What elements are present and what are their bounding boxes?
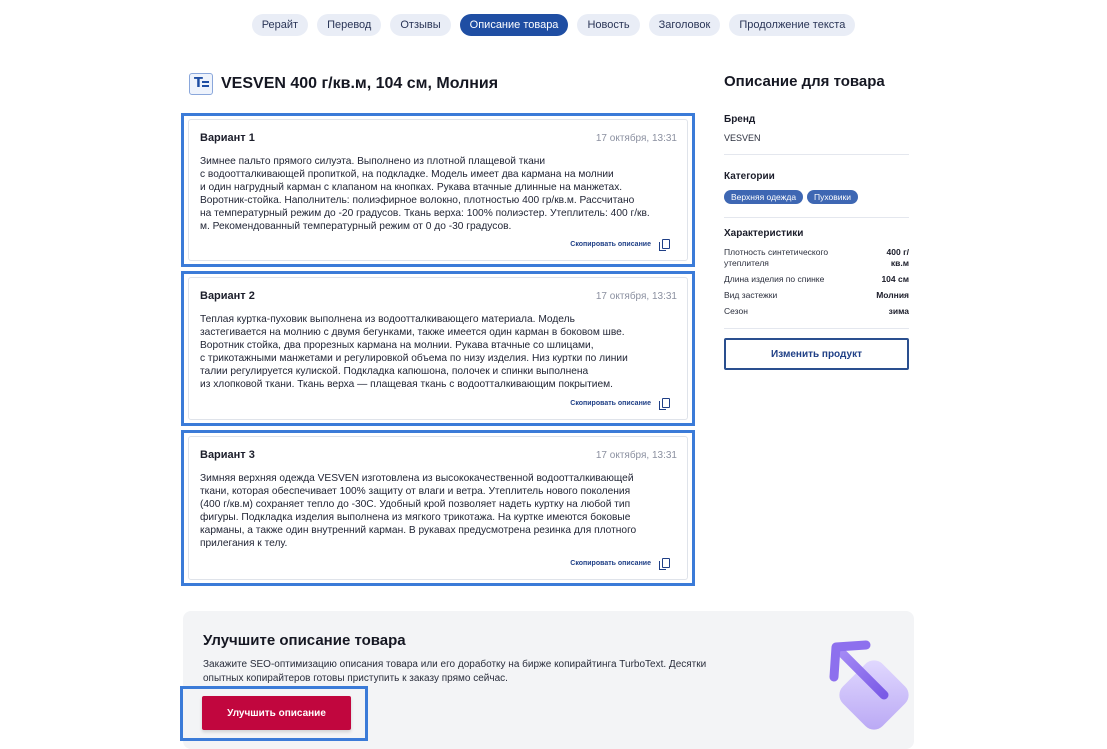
spec-row: Сезон зима (724, 306, 909, 317)
tab-text-continuation[interactable]: Продолжение текста (729, 14, 856, 36)
variant-text: Зимняя верхняя одежда VESVEN изготовлена… (200, 473, 637, 549)
variant-card: Вариант 3 17 октября, 13:31 Зимняя верхн… (188, 436, 688, 580)
spec-row: Плотность синтетического утеплителя 400 … (724, 247, 909, 269)
copy-icon[interactable] (659, 398, 670, 410)
tab-product-description[interactable]: Описание товара (459, 14, 569, 36)
variant-text: Теплая куртка-пуховик выполнена из водоо… (200, 314, 628, 390)
variant-title: Вариант 2 (200, 290, 255, 302)
spec-name: Плотность синтетического утеплителя (724, 247, 829, 268)
spec-name: Сезон (724, 306, 748, 316)
arrow-up-left-illustration-icon (829, 640, 909, 730)
specs-label: Характеристики (724, 228, 804, 239)
tab-rewrite[interactable]: Рерайт (251, 14, 309, 36)
tab-reviews[interactable]: Отзывы (390, 14, 451, 36)
product-title: VESVEN 400 г/кв.м, 104 см, Молния (221, 75, 499, 92)
copy-description-link[interactable]: Скопировать описание (570, 241, 651, 248)
tab-translate[interactable]: Перевод (317, 14, 382, 36)
spec-value: 104 см (881, 274, 909, 284)
category-chip[interactable]: Верхняя одежда (724, 190, 804, 204)
spec-value: 400 г/кв.м (886, 247, 909, 268)
copy-description-link[interactable]: Скопировать описание (570, 560, 651, 567)
document-text-icon: T (189, 73, 213, 95)
variant-date: 17 октября, 13:31 (595, 132, 677, 144)
brand-value: VESVEN (724, 133, 761, 143)
spec-name: Вид застежки (724, 290, 778, 300)
copy-icon[interactable] (659, 239, 670, 251)
promo-text: Закажите SEO-оптимизацию описания товара… (203, 659, 707, 684)
product-header: T VESVEN 400 г/кв.м, 104 см, Молния (189, 73, 498, 95)
spec-row: Вид застежки Молния (724, 290, 909, 301)
sidebar-title: Описание для товара (724, 73, 885, 90)
improve-description-button[interactable]: Улучшить описание (202, 696, 351, 730)
tab-news[interactable]: Новость (577, 14, 640, 36)
variant-highlight-frame: Вариант 1 17 октября, 13:31 Зимнее пальт… (181, 113, 695, 267)
category-chip[interactable]: Пуховики (807, 190, 859, 204)
variant-highlight-frame: Вариант 2 17 октября, 13:31 Теплая куртк… (181, 271, 695, 426)
spec-value: зима (888, 306, 909, 316)
variants-list: Вариант 1 17 октября, 13:31 Зимнее пальт… (181, 113, 695, 590)
spec-row: Длина изделия по спинке 104 см (724, 274, 909, 285)
variant-date: 17 октября, 13:31 (595, 449, 677, 461)
spec-value: Молния (876, 290, 909, 300)
category-chips: Верхняя одежда Пуховики (724, 190, 909, 204)
spec-name: Длина изделия по спинке (724, 274, 825, 284)
brand-label: Бренд (724, 114, 756, 125)
variant-date: 17 октября, 13:31 (595, 290, 677, 302)
copy-description-link[interactable]: Скопировать описание (570, 400, 651, 407)
copy-icon[interactable] (659, 558, 670, 570)
mode-tabs: Рерайт Перевод Отзывы Описание товара Но… (0, 14, 1107, 36)
tab-headline[interactable]: Заголовок (648, 14, 721, 36)
variant-text: Зимнее пальто прямого силуэта. Выполнено… (200, 156, 650, 232)
product-sidebar: Описание для товара Бренд VESVEN Категор… (724, 73, 909, 370)
edit-product-button[interactable]: Изменить продукт (724, 338, 909, 370)
variant-card: Вариант 1 17 октября, 13:31 Зимнее пальт… (188, 119, 688, 261)
variant-title: Вариант 3 (200, 449, 255, 461)
categories-label: Категории (724, 171, 775, 182)
promo-title: Улучшите описание товара (203, 632, 406, 649)
variant-highlight-frame: Вариант 3 17 октября, 13:31 Зимняя верхн… (181, 430, 695, 586)
variant-title: Вариант 1 (200, 132, 255, 144)
variant-card: Вариант 2 17 октября, 13:31 Теплая куртк… (188, 277, 688, 420)
